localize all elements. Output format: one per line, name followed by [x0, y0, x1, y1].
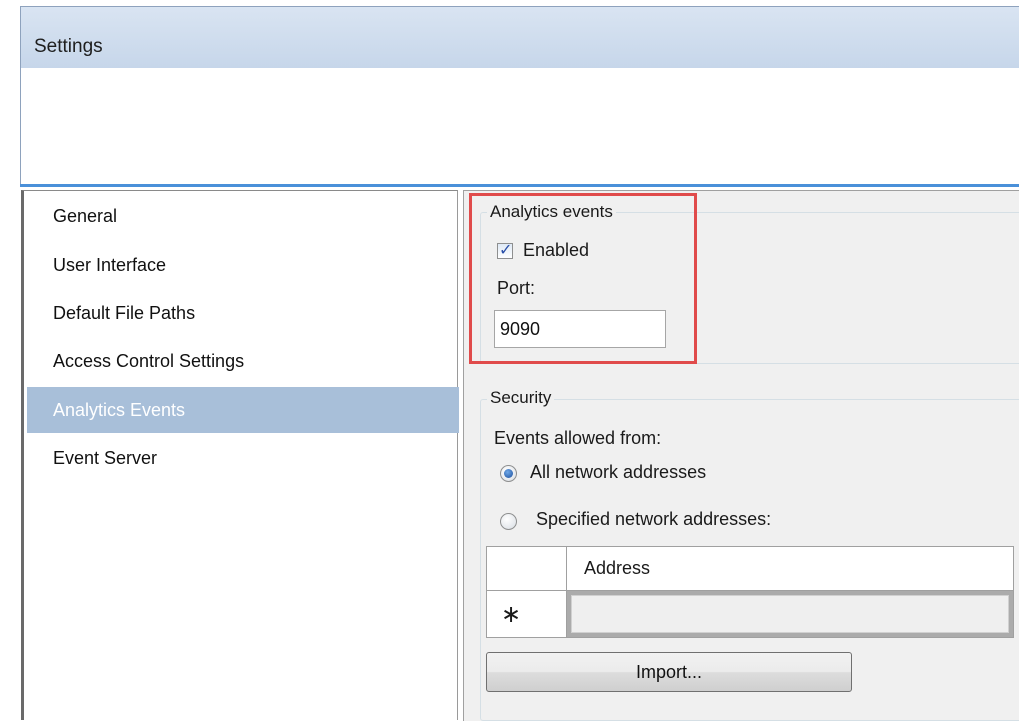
- events-allowed-from-label: Events allowed from:: [494, 428, 662, 448]
- checkmark-icon: ✓: [499, 242, 513, 259]
- import-button[interactable]: Import...: [486, 652, 852, 692]
- all-network-addresses-radio[interactable]: [500, 465, 517, 482]
- settings-window: Settings General User Interface Default …: [0, 0, 1019, 721]
- nav-item-event-server[interactable]: Event Server: [27, 435, 459, 481]
- nav-item-default-file-paths[interactable]: Default File Paths: [27, 290, 459, 336]
- address-grid[interactable]: Address ∗: [486, 546, 1014, 638]
- grid-column-header-address[interactable]: Address: [567, 547, 1013, 591]
- specified-network-addresses-radio[interactable]: [500, 513, 517, 530]
- analytics-events-group-label: Analytics events: [487, 202, 616, 222]
- nav-item-user-interface[interactable]: User Interface: [27, 242, 459, 288]
- port-input[interactable]: 9090: [494, 310, 666, 348]
- all-network-addresses-label: All network addresses: [530, 462, 707, 482]
- enabled-checkbox[interactable]: ✓: [497, 242, 513, 259]
- security-group-label: Security: [487, 388, 555, 408]
- settings-nav-list: General User Interface Default File Path…: [21, 190, 459, 720]
- new-row-asterisk-icon: ∗: [501, 601, 522, 628]
- header-band: [20, 68, 1019, 184]
- grid-column-header-label: Address: [584, 558, 651, 578]
- grid-new-row-header[interactable]: ∗: [487, 591, 567, 637]
- specified-network-addresses-label: Specified network addresses:: [536, 509, 772, 529]
- nav-item-general[interactable]: General: [27, 193, 459, 239]
- grid-new-row-address-cell[interactable]: [571, 595, 1009, 633]
- radio-selected-dot-icon: [504, 469, 513, 478]
- nav-item-access-control-settings[interactable]: Access Control Settings: [27, 338, 459, 384]
- header-divider: [20, 184, 1019, 187]
- nav-item-analytics-events[interactable]: Analytics Events: [27, 387, 459, 433]
- port-label: Port:: [497, 278, 536, 298]
- title-bar: Settings: [20, 6, 1019, 69]
- grid-corner-cell: [487, 547, 567, 591]
- window-title: Settings: [34, 36, 103, 57]
- enabled-label: Enabled: [523, 240, 590, 260]
